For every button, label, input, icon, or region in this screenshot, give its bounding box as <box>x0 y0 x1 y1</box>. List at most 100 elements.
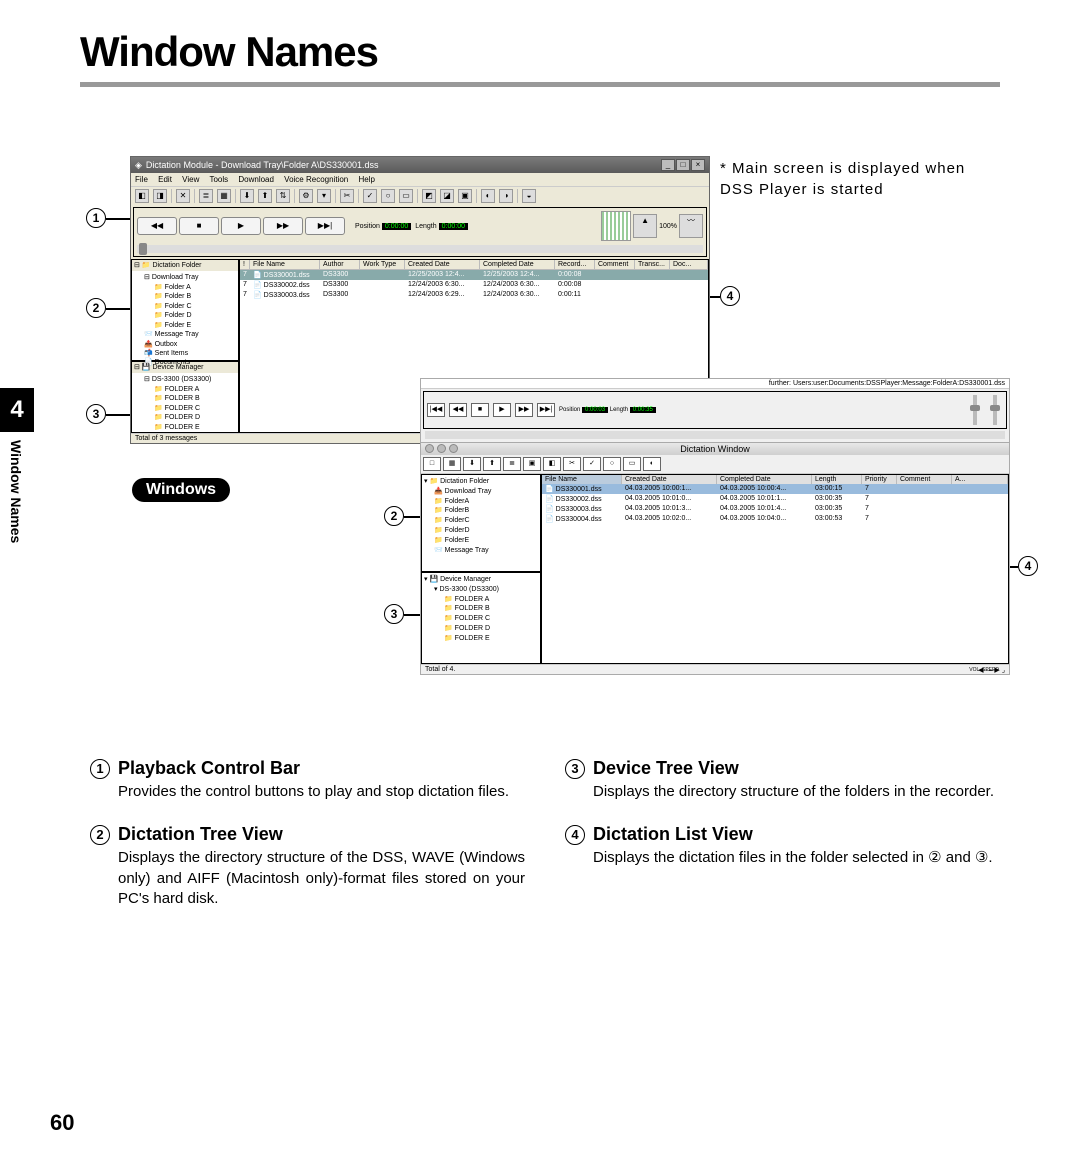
list-header[interactable]: File Name Created Date Completed Date Le… <box>542 475 1008 484</box>
tool-icon[interactable]: ≣ <box>503 457 521 471</box>
tree-item[interactable]: 📁 FOLDER C <box>134 404 236 413</box>
list-header[interactable]: ! File Name Author Work Type Created Dat… <box>240 260 708 270</box>
tree-item[interactable]: 📥 Download Tray <box>424 487 538 497</box>
menu-help[interactable]: Help <box>358 175 374 184</box>
tree-item[interactable]: 📁 FOLDER A <box>424 595 538 605</box>
tool-icon[interactable]: ⬆ <box>258 189 272 203</box>
check-icon[interactable]: ✓ <box>583 457 601 471</box>
circle-icon[interactable]: ○ <box>381 189 395 203</box>
tool-icon[interactable]: ◐ <box>481 189 495 203</box>
tree-item[interactable]: 📨 Message Tray <box>424 546 538 556</box>
seek-bar[interactable] <box>137 245 703 253</box>
tool-icon[interactable]: ▭ <box>399 189 413 203</box>
list-row[interactable]: 📄 DS330001.dss 04.03.2005 10:00:1... 04.… <box>542 484 1008 494</box>
list-row[interactable]: 7 📄 DS330003.dss DS3300 12/24/2003 6:29.… <box>240 290 708 300</box>
tool-icon[interactable]: ○ <box>603 457 621 471</box>
dictation-list-view[interactable]: File Name Created Date Completed Date Le… <box>541 474 1009 664</box>
tool-icon[interactable]: ◧ <box>543 457 561 471</box>
tree-item[interactable]: ▾ DS-3300 (DS3300) <box>424 585 538 595</box>
tree-item[interactable]: ⊟ DS-3300 (DS3300) <box>134 375 236 384</box>
tree-item[interactable]: 📁 FOLDER C <box>424 614 538 624</box>
tree-item[interactable]: 📁 FOLDER B <box>424 604 538 614</box>
tree-item[interactable]: 📨 Message Tray <box>134 330 236 339</box>
tree-item[interactable]: 📁 Folder E <box>134 321 236 330</box>
tree-item[interactable]: 📤 Outbox <box>134 340 236 349</box>
seek-bar[interactable] <box>425 431 1005 439</box>
menu-bar[interactable]: File Edit View Tools Download Voice Reco… <box>131 173 709 186</box>
play-button[interactable]: ▶ <box>493 403 511 417</box>
tool-icon[interactable]: ⇅ <box>276 189 290 203</box>
menu-view[interactable]: View <box>182 175 199 184</box>
tree-item[interactable]: 📁 FOLDER E <box>134 423 236 432</box>
tool-icon[interactable]: ▦ <box>443 457 461 471</box>
view-icon[interactable]: ▦ <box>217 189 231 203</box>
tool-icon[interactable]: ✂ <box>563 457 581 471</box>
tool-icon[interactable]: ◨ <box>153 189 167 203</box>
tree-item[interactable]: 📁 Folder B <box>134 292 236 301</box>
cut-icon[interactable]: ✂ <box>340 189 354 203</box>
seek-handle[interactable] <box>139 243 147 255</box>
menu-tools[interactable]: Tools <box>209 175 228 184</box>
tool-icon[interactable]: ▭ <box>623 457 641 471</box>
settings-icon[interactable]: ⚙ <box>299 189 313 203</box>
zoom-icon[interactable] <box>449 444 458 453</box>
check-icon[interactable]: ✓ <box>363 189 377 203</box>
rewind-button[interactable]: ◀◀ <box>449 403 467 417</box>
play-button[interactable]: ▶ <box>221 217 261 235</box>
tool-icon[interactable]: ◧ <box>135 189 149 203</box>
tree-item[interactable]: 📁 FolderB <box>424 506 538 516</box>
tree-item[interactable]: 📁 FolderE <box>424 536 538 546</box>
skip-button[interactable]: ▶▶| <box>305 217 345 235</box>
skip-fwd-button[interactable]: ▶▶| <box>537 403 555 417</box>
tree-item[interactable]: 📁 FolderA <box>424 497 538 507</box>
list-row[interactable]: 📄 DS330003.dss 04.03.2005 10:01:3... 04.… <box>542 504 1008 514</box>
tree-item[interactable]: 📁 FolderD <box>424 526 538 536</box>
device-tree-view[interactable]: ▾ 💾 Device Manager ▾ DS-3300 (DS3300) 📁 … <box>421 572 541 664</box>
dropdown-icon[interactable]: ▾ <box>317 189 331 203</box>
tree-item[interactable]: ⊟ Download Tray <box>134 273 236 282</box>
menu-edit[interactable]: Edit <box>158 175 172 184</box>
stop-button[interactable]: ■ <box>471 403 489 417</box>
speaker-icon[interactable]: ▲ <box>633 214 657 238</box>
tree-item[interactable]: 📁 Folder A <box>134 283 236 292</box>
tree-item[interactable]: 📁 FOLDER D <box>424 624 538 634</box>
tree-item[interactable]: 📁 FOLDER B <box>134 394 236 403</box>
ff-button[interactable]: ▶▶ <box>263 217 303 235</box>
tool-icon[interactable]: ◐ <box>643 457 661 471</box>
tool-icon[interactable]: ▣ <box>523 457 541 471</box>
close-icon[interactable]: × <box>691 159 705 171</box>
list-icon[interactable]: ≣ <box>199 189 213 203</box>
tool-icon[interactable]: ◑ <box>499 189 513 203</box>
tool-icon[interactable]: ⬆ <box>483 457 501 471</box>
win-titlebar[interactable]: ◈ Dictation Module - Download Tray\Folde… <box>131 157 709 173</box>
mac-titlebar[interactable]: Dictation Window <box>421 442 1009 455</box>
tree-item[interactable]: 📁 Folder D <box>134 311 236 320</box>
menu-download[interactable]: Download <box>238 175 274 184</box>
delete-icon[interactable]: ✕ <box>176 189 190 203</box>
close-icon[interactable] <box>425 444 434 453</box>
ff-button[interactable]: ▶▶ <box>515 403 533 417</box>
wave-icon[interactable]: 〰 <box>679 214 703 238</box>
tool-icon[interactable]: ⬇ <box>463 457 481 471</box>
tree-item[interactable]: 📬 Sent Items <box>134 349 236 358</box>
tool-icon[interactable]: ⬇ <box>240 189 254 203</box>
speed-slider[interactable] <box>993 395 997 425</box>
skip-back-button[interactable]: |◀◀ <box>427 403 445 417</box>
list-row[interactable]: 📄 DS330002.dss 04.03.2005 10:01:0... 04.… <box>542 494 1008 504</box>
rewind-button[interactable]: ◀◀ <box>137 217 177 235</box>
tool-icon[interactable]: ◒ <box>522 189 536 203</box>
tree-item[interactable]: 📁 FOLDER D <box>134 413 236 422</box>
stop-button[interactable]: ■ <box>179 217 219 235</box>
tool-icon[interactable]: ▣ <box>458 189 472 203</box>
dictation-tree-view[interactable]: ⊟ 📁 Dictation Folder ⊟ Download Tray 📁 F… <box>131 259 239 361</box>
tree-item[interactable]: 📁 Folder C <box>134 302 236 311</box>
tree-item[interactable]: 📁 FOLDER E <box>424 634 538 644</box>
tool-icon[interactable]: □ <box>423 457 441 471</box>
tree-item[interactable]: 📁 FolderC <box>424 516 538 526</box>
tool-icon[interactable]: ◩ <box>422 189 436 203</box>
device-tree-view[interactable]: ⊟ 💾 Device Manager ⊟ DS-3300 (DS3300) 📁 … <box>131 361 239 433</box>
dictation-tree-view[interactable]: ▾ 📁 Dictation Folder 📥 Download Tray 📁 F… <box>421 474 541 572</box>
volume-slider[interactable] <box>973 395 977 425</box>
tree-item[interactable]: 📁 FOLDER A <box>134 385 236 394</box>
maximize-icon[interactable]: □ <box>676 159 690 171</box>
